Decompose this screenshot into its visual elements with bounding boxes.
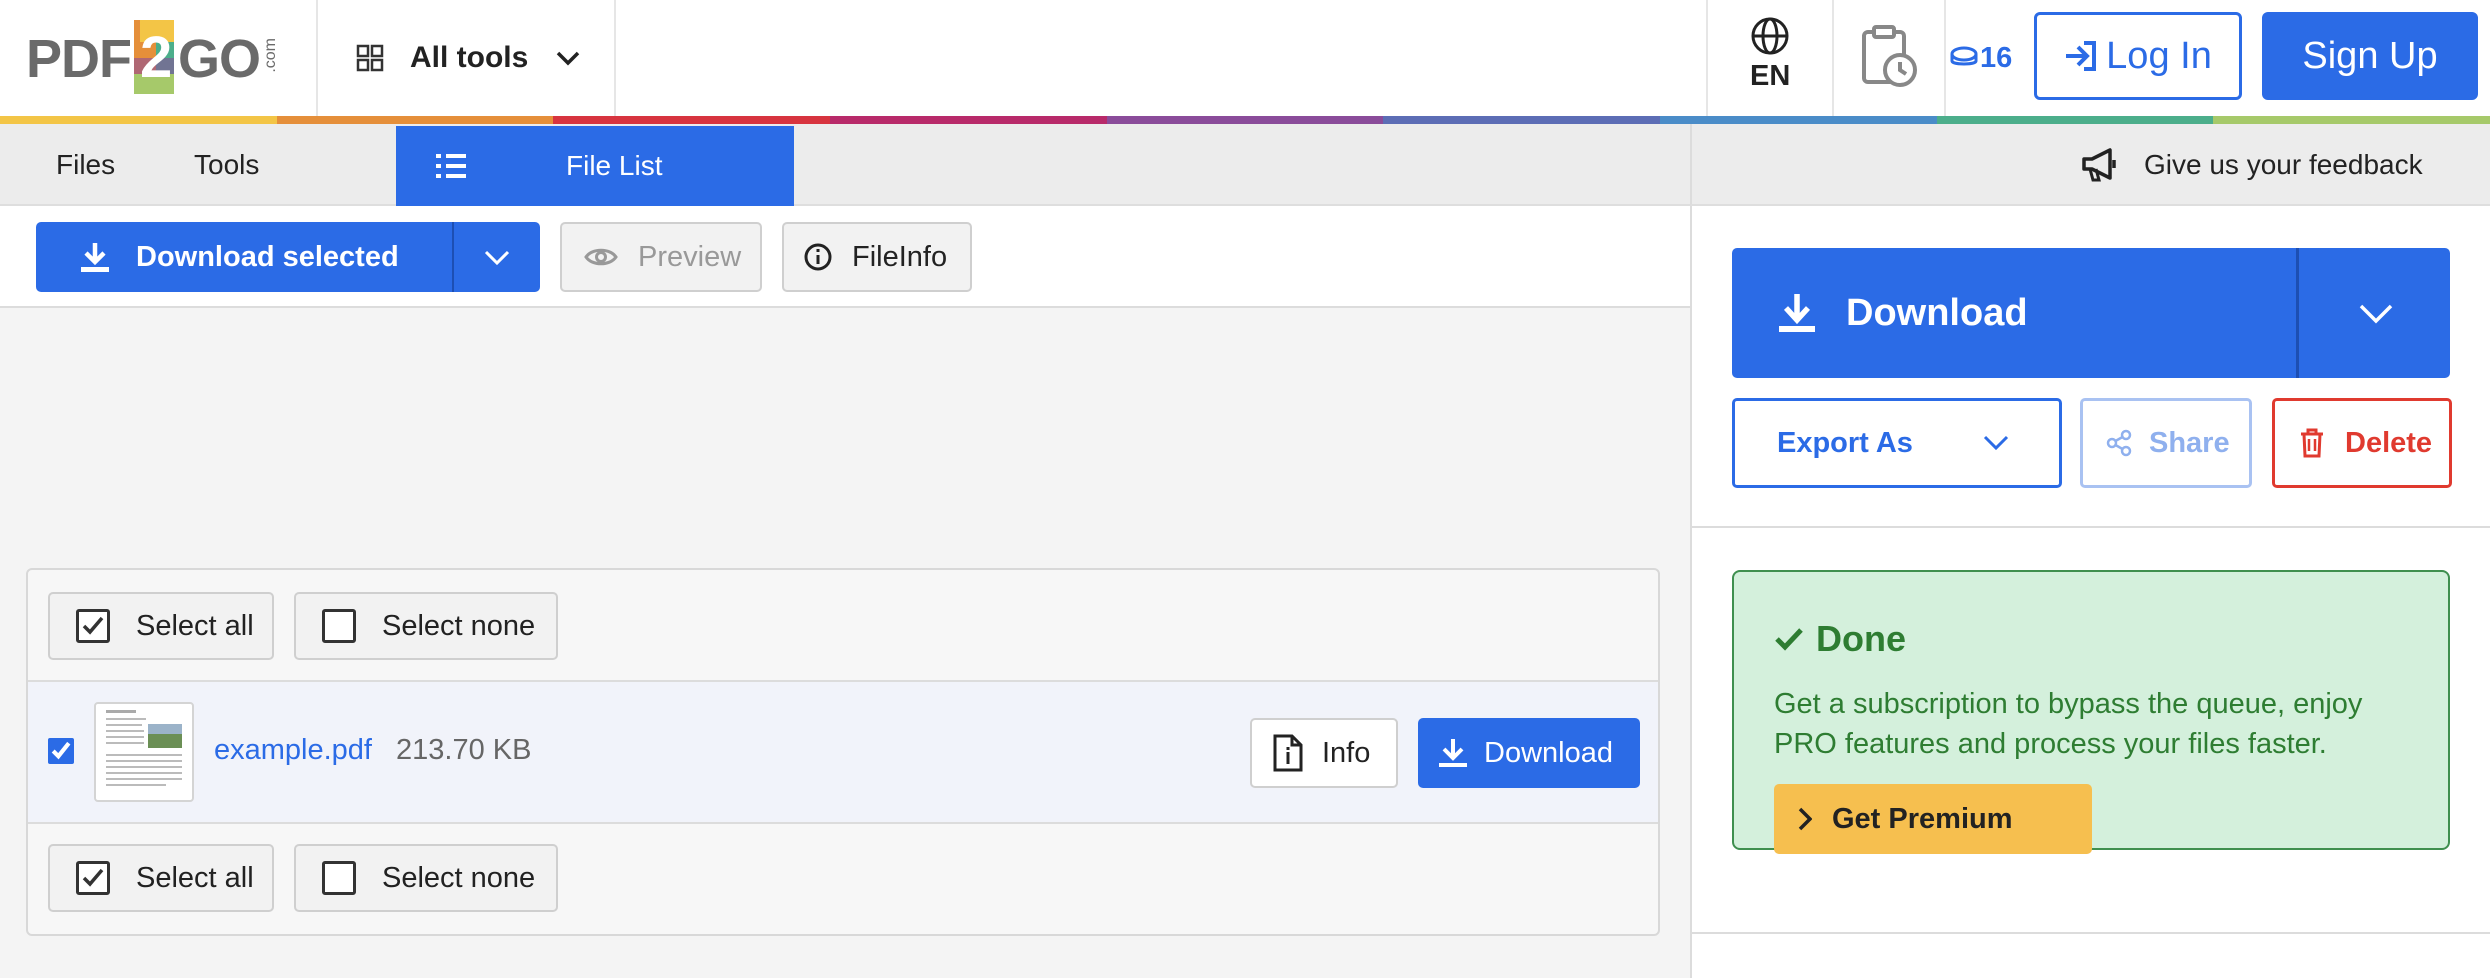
download-selected-split: Download selected bbox=[36, 222, 540, 292]
file-download-label: Download bbox=[1484, 736, 1613, 769]
top-header: PDF 2 GO .com All tools EN 16 Log In Sig… bbox=[0, 0, 2490, 116]
share-button[interactable]: Share bbox=[2080, 398, 2252, 488]
megaphone-icon bbox=[2080, 147, 2120, 183]
chevron-down-icon bbox=[2359, 304, 2393, 324]
actions-panel: Download Export As Share Delete Done Get… bbox=[1690, 206, 2490, 978]
main-download-split: Download bbox=[1732, 248, 2450, 378]
list-icon bbox=[436, 152, 466, 180]
main-download-label: Download bbox=[1846, 291, 2028, 334]
file-thumbnail[interactable] bbox=[94, 702, 194, 802]
select-all-label: Select all bbox=[136, 861, 254, 894]
file-info-icon bbox=[1272, 733, 1304, 773]
chevron-down-icon bbox=[484, 250, 510, 266]
grid-icon bbox=[356, 44, 384, 72]
done-notice: Done Get a subscription to bypass the qu… bbox=[1732, 570, 2450, 854]
delete-label: Delete bbox=[2345, 426, 2433, 459]
file-size: 213.70 KB bbox=[396, 734, 532, 766]
file-info-button[interactable]: Info bbox=[1250, 718, 1398, 788]
select-none-label: Select none bbox=[382, 609, 536, 642]
login-icon bbox=[2064, 40, 2098, 72]
select-row-top: Select all Select none bbox=[28, 570, 1658, 682]
share-icon bbox=[2105, 429, 2133, 457]
empty-box-icon bbox=[322, 861, 356, 895]
select-none-button[interactable]: Select none bbox=[294, 592, 558, 660]
signup-button[interactable]: Sign Up bbox=[2262, 12, 2478, 100]
download-icon bbox=[80, 241, 110, 273]
credits-counter[interactable]: 16 bbox=[1950, 38, 2012, 78]
file-row: example.pdf 213.70 KB Info Download bbox=[28, 682, 1658, 824]
feedback-link[interactable]: Give us your feedback bbox=[2080, 144, 2423, 186]
file-checkbox[interactable] bbox=[48, 738, 74, 764]
trash-icon bbox=[2299, 428, 2325, 458]
file-toolbar: Download selected Preview FileInfo bbox=[0, 206, 1690, 308]
done-title: Done bbox=[1816, 618, 1906, 659]
all-tools-menu[interactable]: All tools bbox=[356, 28, 580, 88]
done-heading: Done bbox=[1774, 618, 1906, 660]
sub-navigation: Files Tools File List bbox=[0, 124, 1690, 206]
select-all-button-bottom[interactable]: Select all bbox=[48, 844, 274, 912]
select-none-button-bottom[interactable]: Select none bbox=[294, 844, 558, 912]
pdf2go-logo[interactable]: PDF 2 GO .com bbox=[26, 18, 280, 98]
get-premium-label: Get Premium bbox=[1832, 802, 2013, 835]
tab-tools[interactable]: Tools bbox=[194, 124, 259, 206]
download-selected-label: Download selected bbox=[136, 240, 399, 273]
coins-icon bbox=[1950, 46, 1978, 70]
logo-pdf: PDF bbox=[26, 29, 132, 89]
select-all-button[interactable]: Select all bbox=[48, 592, 274, 660]
checkmark-icon bbox=[1774, 627, 1804, 651]
fileinfo-button[interactable]: FileInfo bbox=[782, 222, 972, 292]
logo-go: GO bbox=[178, 29, 261, 89]
rainbow-stripe bbox=[0, 116, 2490, 124]
login-label: Log In bbox=[2106, 34, 2212, 77]
preview-label: Preview bbox=[638, 240, 742, 273]
clipboard-clock-icon bbox=[1860, 24, 1918, 88]
credits-count: 16 bbox=[1980, 41, 2013, 74]
language-selector[interactable]: EN bbox=[1708, 0, 1832, 116]
empty-box-icon bbox=[322, 609, 356, 643]
eye-icon bbox=[584, 246, 618, 268]
checked-box-icon bbox=[76, 609, 110, 643]
info-circle-icon bbox=[804, 243, 832, 271]
checked-box-icon bbox=[76, 861, 110, 895]
select-row-bottom: Select all Select none bbox=[28, 824, 1658, 934]
fileinfo-label: FileInfo bbox=[852, 240, 948, 273]
select-none-label: Select none bbox=[382, 861, 536, 894]
tab-files[interactable]: Files bbox=[56, 124, 115, 206]
chevron-right-icon bbox=[1798, 807, 1812, 831]
feedback-label: Give us your feedback bbox=[2144, 149, 2423, 180]
get-premium-button[interactable]: Get Premium bbox=[1774, 784, 2092, 854]
main-download-button[interactable]: Download bbox=[1732, 248, 2296, 378]
history-button[interactable] bbox=[1834, 0, 1944, 116]
chevron-down-icon bbox=[556, 50, 580, 66]
file-name-link[interactable]: example.pdf bbox=[214, 734, 372, 767]
login-button[interactable]: Log In bbox=[2034, 12, 2242, 100]
all-tools-label: All tools bbox=[410, 41, 529, 74]
file-info-label: Info bbox=[1322, 736, 1371, 769]
logo-2: 2 bbox=[140, 25, 173, 90]
logo-com: .com bbox=[262, 38, 279, 73]
download-icon bbox=[1438, 737, 1468, 769]
main-download-dropdown[interactable] bbox=[2299, 248, 2450, 378]
globe-icon bbox=[1750, 16, 1790, 56]
file-list-container: Select all Select none example.pdf 213.7… bbox=[26, 568, 1660, 936]
select-all-label: Select all bbox=[136, 609, 254, 642]
download-selected-dropdown[interactable] bbox=[454, 222, 540, 292]
file-list-label: File List bbox=[566, 150, 663, 181]
done-text: Get a subscription to bypass the queue, … bbox=[1774, 688, 2363, 760]
delete-button[interactable]: Delete bbox=[2272, 398, 2452, 488]
file-download-button[interactable]: Download bbox=[1418, 718, 1640, 788]
download-selected-button[interactable]: Download selected bbox=[36, 222, 452, 292]
tab-file-list[interactable]: File List bbox=[396, 126, 794, 206]
share-label: Share bbox=[2149, 426, 2230, 459]
chevron-down-icon bbox=[1983, 435, 2009, 451]
download-icon bbox=[1778, 292, 1816, 334]
preview-button[interactable]: Preview bbox=[560, 222, 762, 292]
language-label: EN bbox=[1750, 60, 1791, 92]
feedback-bar: Give us your feedback bbox=[1690, 124, 2490, 206]
export-as-button[interactable]: Export As bbox=[1732, 398, 2062, 488]
export-as-label: Export As bbox=[1777, 426, 1913, 459]
